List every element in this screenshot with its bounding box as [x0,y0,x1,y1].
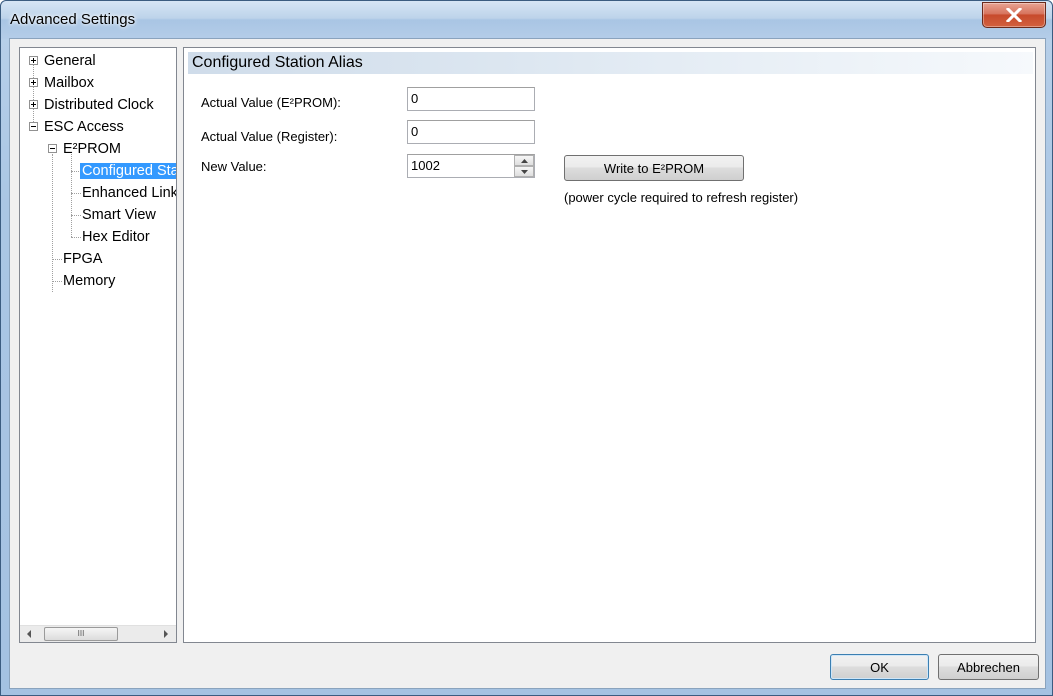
collapse-icon[interactable] [48,144,57,153]
spinner-buttons [514,155,534,177]
tree-item-enhanced-link-detection[interactable]: Enhanced Link Detection [80,183,177,203]
dialog-client-area: General Mailbox Distributed Clock ESC Ac… [9,38,1046,689]
tree-item-hex-editor[interactable]: Hex Editor [80,227,152,247]
tree-item-eeprom[interactable]: E²PROM [61,139,123,159]
tree-item-label: Configured Station Alias [80,163,176,179]
tree-item-configured-station-alias[interactable]: Configured Station Alias [80,161,176,181]
ok-button[interactable]: OK [830,654,929,680]
spin-down-button[interactable] [514,166,534,177]
tree-item-label: Enhanced Link Detection [82,185,177,201]
collapse-icon[interactable] [29,122,38,131]
tree-item-label: Mailbox [44,75,94,91]
close-button[interactable] [982,2,1046,28]
title-bar[interactable]: Advanced Settings [1,1,1052,39]
register-value-label: Actual Value (Register): [201,129,338,144]
tree-item-memory[interactable]: Memory [61,271,117,291]
tree-guide-line [71,154,72,237]
tree-item-label: Smart View [82,207,156,223]
scroll-thumb[interactable]: III [44,627,118,641]
tree-item-label: E²PROM [63,141,121,157]
new-value-label: New Value: [201,159,267,174]
expand-icon[interactable] [29,56,38,65]
expand-icon[interactable] [29,100,38,109]
close-icon [1006,8,1022,22]
tree-item-label: Distributed Clock [44,97,154,113]
chevron-left-icon [26,630,31,638]
window-title: Advanced Settings [10,11,136,28]
chevron-down-icon [520,169,528,174]
chevron-up-icon [520,158,528,163]
write-to-eeprom-button[interactable]: Write to E²PROM [564,155,744,181]
dialog-window: Advanced Settings General Mailbox Distri… [0,0,1053,696]
register-value-field[interactable]: 0 [407,120,535,144]
eeprom-value-field[interactable]: 0 [407,87,535,111]
power-cycle-note: (power cycle required to refresh registe… [564,190,799,205]
new-value-spinner[interactable]: 1002 [407,154,535,178]
tree-item-label: Memory [63,273,116,289]
tree-item-general[interactable]: General [42,51,98,71]
tree-horizontal-scrollbar[interactable]: III [20,625,176,642]
chevron-right-icon [163,630,168,638]
section-title: Configured Station Alias [188,52,1033,74]
tree-item-mailbox[interactable]: Mailbox [42,73,96,93]
tree-guide-line [33,60,34,126]
tree-guide-line [52,154,53,292]
scroll-left-button[interactable] [20,626,37,642]
settings-content-panel: Configured Station Alias Actual Value (E… [183,47,1036,643]
tree-item-fpga[interactable]: FPGA [61,249,104,269]
tree-item-esc-access[interactable]: ESC Access [42,117,126,137]
scroll-right-button[interactable] [157,626,174,642]
spin-up-button[interactable] [514,155,534,166]
settings-tree[interactable]: General Mailbox Distributed Clock ESC Ac… [19,47,177,643]
tree-item-smart-view[interactable]: Smart View [80,205,158,225]
eeprom-value-label: Actual Value (E²PROM): [201,95,341,110]
expand-icon[interactable] [29,78,38,87]
tree-item-label: Hex Editor [82,229,150,245]
tree-item-label: FPGA [63,251,103,267]
new-value-text: 1002 [411,158,440,173]
tree-item-distributed-clock[interactable]: Distributed Clock [42,95,156,115]
tree-item-label: ESC Access [44,119,124,135]
cancel-button[interactable]: Abbrechen [938,654,1039,680]
tree-item-label: General [44,53,96,69]
